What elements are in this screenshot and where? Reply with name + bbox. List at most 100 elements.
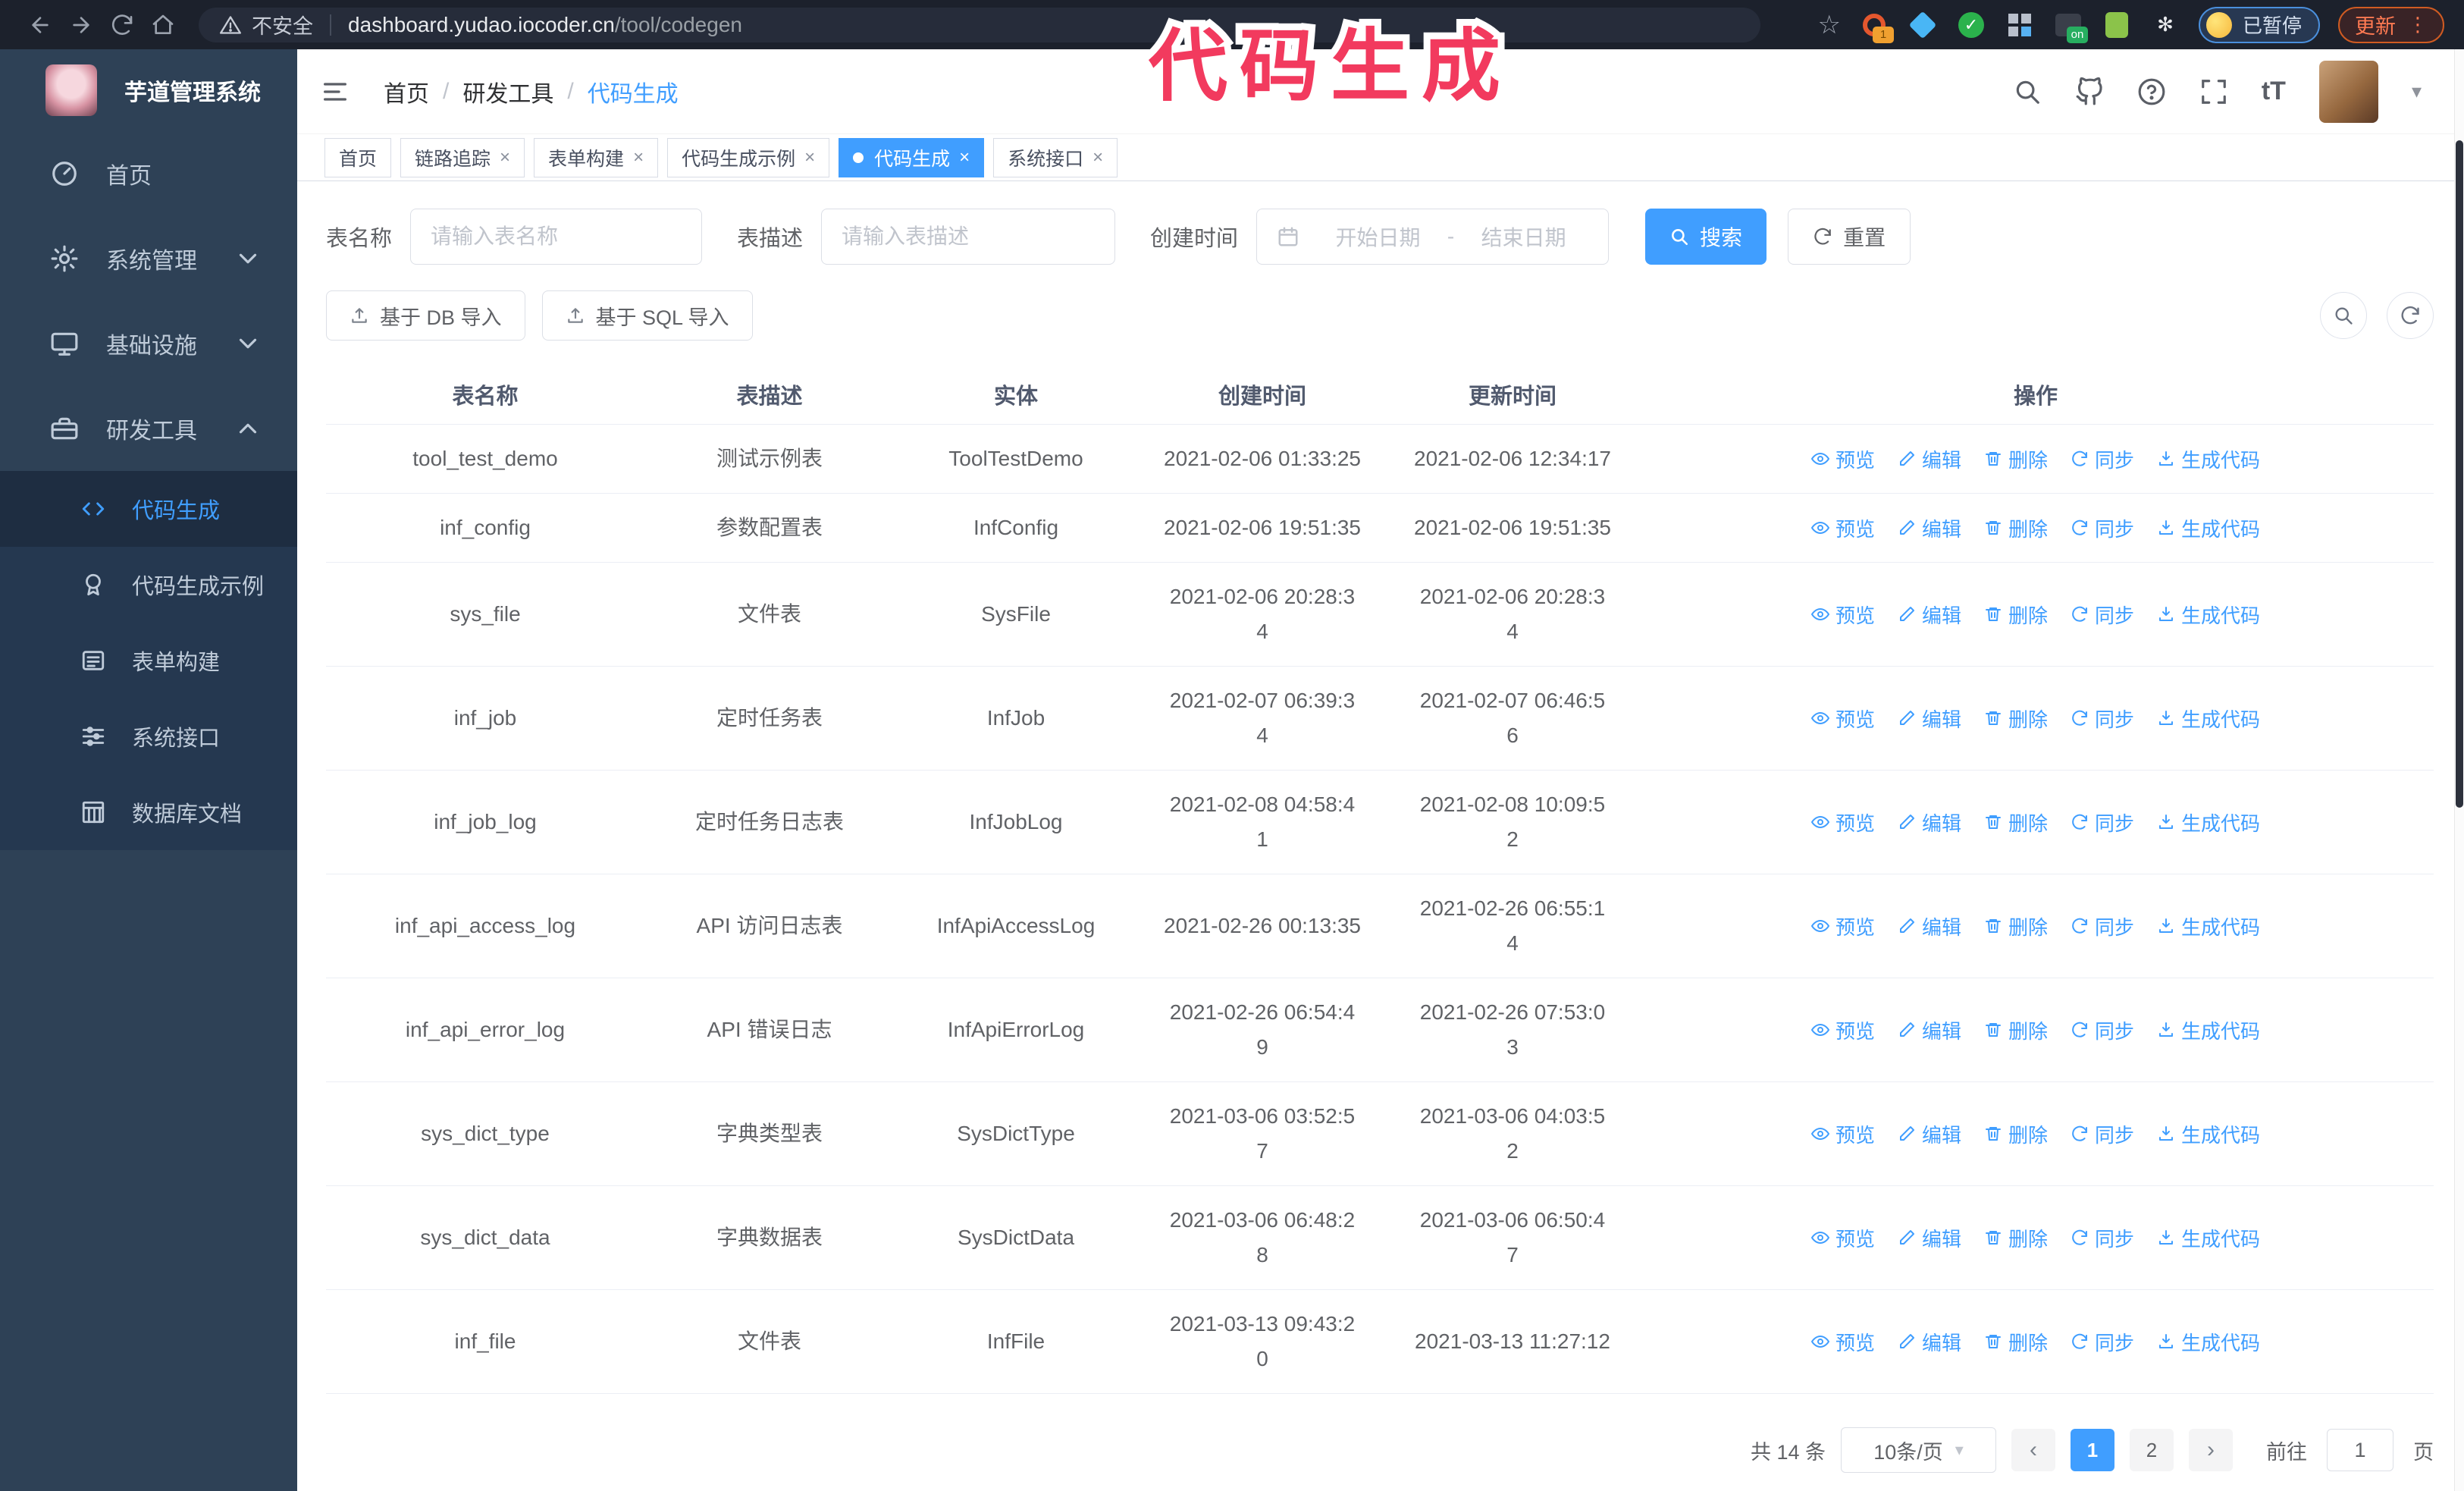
user-avatar[interactable] <box>2318 60 2378 123</box>
sidebar-subitem-3[interactable]: 系统接口 <box>0 698 297 774</box>
action-edit-link[interactable]: 编辑 <box>1898 1224 1961 1252</box>
breadcrumb-home[interactable]: 首页 <box>384 75 429 108</box>
sidebar-subitem-0[interactable]: 代码生成 <box>0 471 297 547</box>
page-button-1[interactable]: 1 <box>2071 1429 2114 1471</box>
action-sync-link[interactable]: 同步 <box>2071 1328 2134 1356</box>
extension-gem-icon[interactable] <box>1908 10 1938 40</box>
action-preview-link[interactable]: 预览 <box>1810 1328 1875 1356</box>
action-preview-link[interactable]: 预览 <box>1810 1120 1875 1148</box>
scrollbar-thumb[interactable] <box>2456 140 2463 808</box>
action-preview-link[interactable]: 预览 <box>1810 705 1875 733</box>
action-edit-link[interactable]: 编辑 <box>1898 808 1961 837</box>
reload-icon[interactable] <box>102 8 143 42</box>
tab-5[interactable]: 系统接口 × <box>993 137 1118 177</box>
next-page-button[interactable]: › <box>2189 1429 2233 1471</box>
action-generate-link[interactable]: 生成代码 <box>2157 912 2260 940</box>
forward-icon[interactable] <box>61 8 102 42</box>
breadcrumb-devtools[interactable]: 研发工具 <box>462 75 553 108</box>
action-edit-link[interactable]: 编辑 <box>1898 705 1961 733</box>
action-delete-link[interactable]: 删除 <box>1984 514 2048 542</box>
extension-green-icon[interactable] <box>2102 10 2132 40</box>
sidebar-item-3[interactable]: 研发工具 <box>0 386 297 471</box>
action-generate-link[interactable]: 生成代码 <box>2157 1120 2260 1148</box>
action-delete-link[interactable]: 删除 <box>1984 445 2048 473</box>
update-button[interactable]: 更新 ⋮ <box>2338 6 2444 43</box>
action-edit-link[interactable]: 编辑 <box>1898 601 1961 629</box>
refresh-table-button[interactable] <box>2387 292 2434 339</box>
action-sync-link[interactable]: 同步 <box>2071 601 2134 629</box>
prev-page-button[interactable]: ‹ <box>2011 1429 2055 1471</box>
action-edit-link[interactable]: 编辑 <box>1898 1120 1961 1148</box>
extension-ring-icon[interactable]: 1 <box>1859 10 1894 43</box>
action-sync-link[interactable]: 同步 <box>2071 1016 2134 1044</box>
action-generate-link[interactable]: 生成代码 <box>2157 705 2260 733</box>
action-preview-link[interactable]: 预览 <box>1810 808 1875 837</box>
action-sync-link[interactable]: 同步 <box>2071 705 2134 733</box>
paused-badge[interactable]: 已暂停 <box>2198 6 2320 43</box>
action-sync-link[interactable]: 同步 <box>2071 514 2134 542</box>
action-delete-link[interactable]: 删除 <box>1984 1328 2048 1356</box>
tab-2[interactable]: 表单构建 × <box>534 137 659 177</box>
action-delete-link[interactable]: 删除 <box>1984 601 2048 629</box>
scrollbar-track[interactable] <box>2454 49 2464 1491</box>
action-edit-link[interactable]: 编辑 <box>1898 514 1961 542</box>
action-generate-link[interactable]: 生成代码 <box>2157 1016 2260 1044</box>
action-generate-link[interactable]: 生成代码 <box>2157 808 2260 837</box>
action-generate-link[interactable]: 生成代码 <box>2157 514 2260 542</box>
github-icon[interactable] <box>2075 77 2104 106</box>
action-delete-link[interactable]: 删除 <box>1984 808 2048 837</box>
search-button[interactable]: 搜索 <box>1645 209 1767 265</box>
page-size-select[interactable]: 10条/页 ▾ <box>1841 1427 1996 1473</box>
action-generate-link[interactable]: 生成代码 <box>2157 445 2260 473</box>
help-icon[interactable] <box>2137 77 2166 106</box>
sidebar-subitem-1[interactable]: 代码生成示例 <box>0 547 297 623</box>
action-sync-link[interactable]: 同步 <box>2071 1120 2134 1148</box>
action-sync-link[interactable]: 同步 <box>2071 912 2134 940</box>
close-icon[interactable]: × <box>804 148 815 167</box>
action-delete-link[interactable]: 删除 <box>1984 912 2048 940</box>
sidebar-item-2[interactable]: 基础设施 <box>0 301 297 386</box>
action-preview-link[interactable]: 预览 <box>1810 601 1875 629</box>
close-icon[interactable]: × <box>500 148 510 167</box>
tab-0[interactable]: 首页 <box>324 137 392 177</box>
font-size-icon[interactable]: tT <box>2262 77 2286 106</box>
extension-check-icon[interactable]: ✓ <box>1956 10 1986 40</box>
action-preview-link[interactable]: 预览 <box>1810 1016 1875 1044</box>
action-preview-link[interactable]: 预览 <box>1810 445 1875 473</box>
toggle-search-button[interactable] <box>2320 292 2367 339</box>
close-icon[interactable]: × <box>1092 148 1103 167</box>
action-edit-link[interactable]: 编辑 <box>1898 1016 1961 1044</box>
extension-grid-icon[interactable] <box>2005 10 2035 40</box>
search-icon[interactable] <box>2013 77 2042 106</box>
extension-dark-icon[interactable]: on <box>2053 10 2088 43</box>
action-edit-link[interactable]: 编辑 <box>1898 912 1961 940</box>
date-range-picker[interactable]: 开始日期 - 结束日期 <box>1256 209 1610 265</box>
action-preview-link[interactable]: 预览 <box>1810 1224 1875 1252</box>
close-icon[interactable]: × <box>633 148 644 167</box>
reset-button[interactable]: 重置 <box>1788 209 1911 265</box>
bookmark-star-icon[interactable]: ☆ <box>1818 10 1841 40</box>
back-icon[interactable] <box>20 8 61 42</box>
action-edit-link[interactable]: 编辑 <box>1898 1328 1961 1356</box>
action-preview-link[interactable]: 预览 <box>1810 514 1875 542</box>
chevron-down-icon[interactable]: ▾ <box>2412 80 2422 103</box>
action-sync-link[interactable]: 同步 <box>2071 808 2134 837</box>
sidebar-item-1[interactable]: 系统管理 <box>0 216 297 301</box>
sidebar-item-0[interactable]: 首页 <box>0 131 297 216</box>
sidebar-subitem-4[interactable]: 数据库文档 <box>0 774 297 850</box>
close-icon[interactable]: × <box>959 148 970 167</box>
action-sync-link[interactable]: 同步 <box>2071 445 2134 473</box>
action-delete-link[interactable]: 删除 <box>1984 1120 2048 1148</box>
goto-page-input[interactable] <box>2327 1429 2393 1471</box>
action-generate-link[interactable]: 生成代码 <box>2157 601 2260 629</box>
action-edit-link[interactable]: 编辑 <box>1898 445 1961 473</box>
extension-paw-icon[interactable]: ✻ <box>2150 10 2180 40</box>
import-db-button[interactable]: 基于 DB 导入 <box>326 290 525 341</box>
home-icon[interactable] <box>143 8 183 42</box>
address-bar[interactable]: 不安全 dashboard.yudao.iocoder.cn /tool/cod… <box>199 7 1760 42</box>
tab-4[interactable]: 代码生成 × <box>839 137 985 177</box>
import-sql-button[interactable]: 基于 SQL 导入 <box>541 290 753 341</box>
action-generate-link[interactable]: 生成代码 <box>2157 1224 2260 1252</box>
table-desc-input[interactable] <box>821 209 1116 265</box>
action-delete-link[interactable]: 删除 <box>1984 1016 2048 1044</box>
